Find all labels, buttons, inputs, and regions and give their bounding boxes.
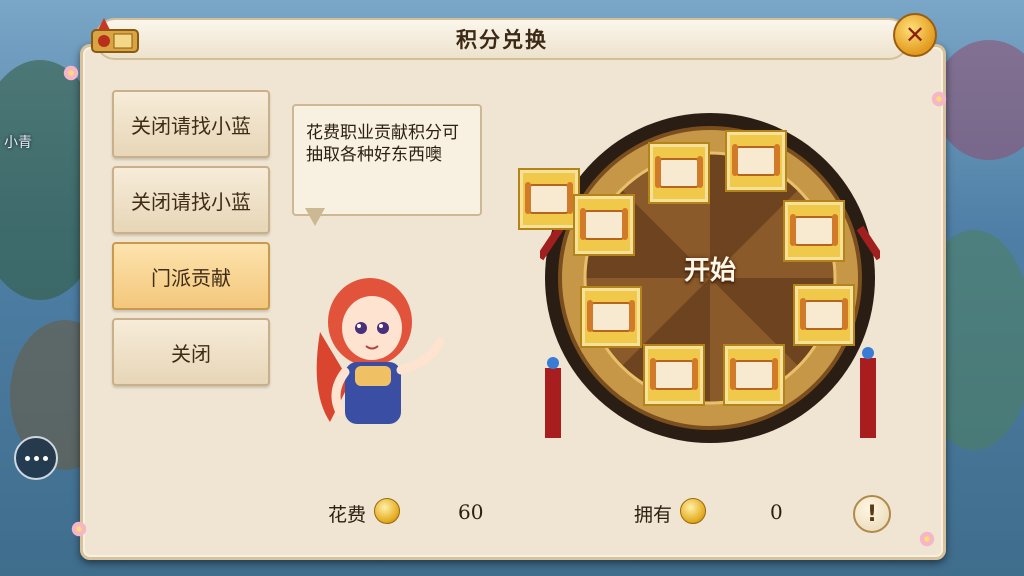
cost-value: 60 (458, 500, 484, 524)
menu-button-sect-contribution[interactable]: 门派贡献 (112, 242, 270, 310)
prize-slot-5[interactable] (785, 202, 843, 260)
chat-bubble-icon[interactable] (14, 436, 58, 480)
scroll-icon (732, 144, 780, 176)
prize-slot-1[interactable] (520, 170, 578, 228)
scroll-icon (790, 214, 838, 246)
gold-coin-icon (680, 498, 706, 524)
flower-decoration-icon (931, 91, 947, 107)
menu-button-2[interactable]: 关闭请找小蓝 (112, 166, 270, 234)
npc-girl-avatar (316, 278, 445, 424)
menu-button-close[interactable]: 关闭 (112, 318, 270, 386)
prize-slot-6[interactable] (795, 286, 853, 344)
scroll-icon (730, 358, 778, 390)
title-bar: 积分兑换 (95, 18, 909, 60)
owned-value: 0 (770, 500, 783, 524)
scroll-icon (525, 182, 573, 214)
prize-slot-9[interactable] (582, 288, 640, 346)
npc-speech-bubble: 花费职业贡献积分可抽取各种好东西噢 (292, 104, 482, 216)
flower-decoration-icon (71, 521, 87, 537)
scroll-icon (650, 358, 698, 390)
scroll-icon (655, 156, 703, 188)
page-title: 积分兑换 (456, 28, 548, 52)
exclamation-icon: ! (866, 501, 878, 527)
emblem-icon (91, 18, 139, 53)
scroll-icon (587, 300, 635, 332)
gold-coin-icon (374, 498, 400, 524)
info-button[interactable]: ! (853, 495, 891, 533)
prize-slot-2[interactable] (575, 196, 633, 254)
scroll-icon (580, 208, 628, 240)
close-icon: ✕ (904, 21, 926, 49)
flower-decoration-icon (919, 531, 935, 547)
speech-bubble-tail (305, 208, 325, 226)
owned-label: 拥有 (634, 504, 673, 526)
cost-label: 花费 (328, 504, 367, 526)
prize-slot-8[interactable] (645, 346, 703, 404)
prize-slot-7[interactable] (725, 346, 783, 404)
menu-button-1[interactable]: 关闭请找小蓝 (112, 90, 270, 158)
start-button[interactable]: 开始 (670, 242, 750, 294)
prize-slot-4[interactable] (727, 132, 785, 190)
close-button[interactable]: ✕ (893, 13, 937, 57)
prize-slot-3[interactable] (650, 144, 708, 202)
scene-label: 小青 (4, 135, 32, 151)
scroll-icon (800, 298, 848, 330)
flower-decoration-icon (63, 65, 79, 81)
